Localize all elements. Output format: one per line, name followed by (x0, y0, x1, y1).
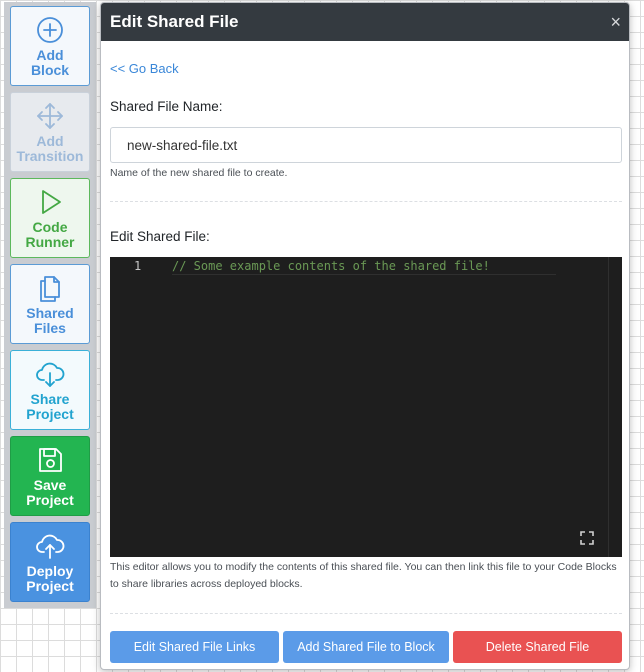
shared-files-button[interactable]: Shared Files (10, 264, 90, 344)
deploy-project-label-line1: Deploy (26, 562, 74, 579)
add-block-label-line1: Add (36, 46, 64, 63)
shared-file-name-input[interactable] (110, 127, 622, 163)
add-transition-label-line2: Transition (16, 147, 84, 164)
save-project-label-line1: Save (33, 476, 67, 493)
move-arrows-icon (37, 102, 63, 129)
plus-circle-icon (37, 16, 63, 43)
code-editor[interactable]: 1 // Some example contents of the shared… (110, 257, 622, 557)
save-project-button[interactable]: Save Project (10, 436, 90, 516)
add-transition-button[interactable]: Add Transition (10, 92, 90, 172)
shared-file-name-help: Name of the new shared file to create. (110, 167, 288, 179)
code-runner-button[interactable]: Code Runner (10, 178, 90, 258)
share-project-button[interactable]: Share Project (10, 350, 90, 430)
modal-header: Edit Shared File × (101, 3, 629, 41)
fullscreen-icon[interactable] (580, 531, 594, 545)
editor-help: This editor allows you to modify the con… (110, 561, 617, 590)
share-project-label-line1: Share (30, 390, 70, 407)
code-line[interactable]: // Some example contents of the shared f… (172, 259, 556, 275)
add-shared-file-to-block-button[interactable]: Add Shared File to Block (283, 631, 449, 663)
edit-shared-file-links-button[interactable]: Edit Shared File Links (110, 631, 279, 663)
edit-shared-file-label: Edit Shared File: (110, 229, 210, 244)
files-icon (40, 275, 60, 302)
modal-title: Edit Shared File (110, 12, 239, 31)
floppy-disk-icon (39, 447, 62, 472)
play-icon (42, 189, 61, 214)
deploy-project-button[interactable]: Deploy Project (10, 522, 90, 602)
cloud-download-icon (36, 362, 65, 387)
add-block-label-line2: Block (30, 61, 70, 78)
go-back-link[interactable]: << Go Back (110, 61, 179, 76)
save-project-label-line2: Project (26, 491, 74, 508)
add-transition-label-line1: Add (36, 132, 64, 149)
code-runner-label-line2: Runner (25, 233, 75, 250)
edit-shared-file-modal: Edit Shared File × << Go Back Shared Fil… (100, 2, 630, 670)
editor-scrollbar[interactable] (608, 257, 618, 557)
shared-file-name-label: Shared File Name: (110, 99, 223, 114)
cloud-upload-icon (36, 534, 65, 559)
close-icon[interactable]: × (610, 13, 621, 31)
footer-divider (110, 613, 622, 614)
left-toolbar: Add Block Add Transition Code Runner Sha… (4, 2, 96, 608)
line-number: 1 (134, 259, 142, 273)
modal-footer: Edit Shared File Links Add Shared File t… (110, 631, 622, 663)
shared-files-label-line2: Files (34, 319, 66, 336)
add-block-button[interactable]: Add Block (10, 6, 90, 86)
share-project-label-line2: Project (26, 405, 74, 422)
code-runner-label-line1: Code (32, 218, 68, 235)
shared-files-label-line1: Shared (26, 304, 74, 321)
section-divider (110, 201, 622, 202)
delete-shared-file-button[interactable]: Delete Shared File (453, 631, 622, 663)
deploy-project-label-line2: Project (26, 577, 74, 594)
